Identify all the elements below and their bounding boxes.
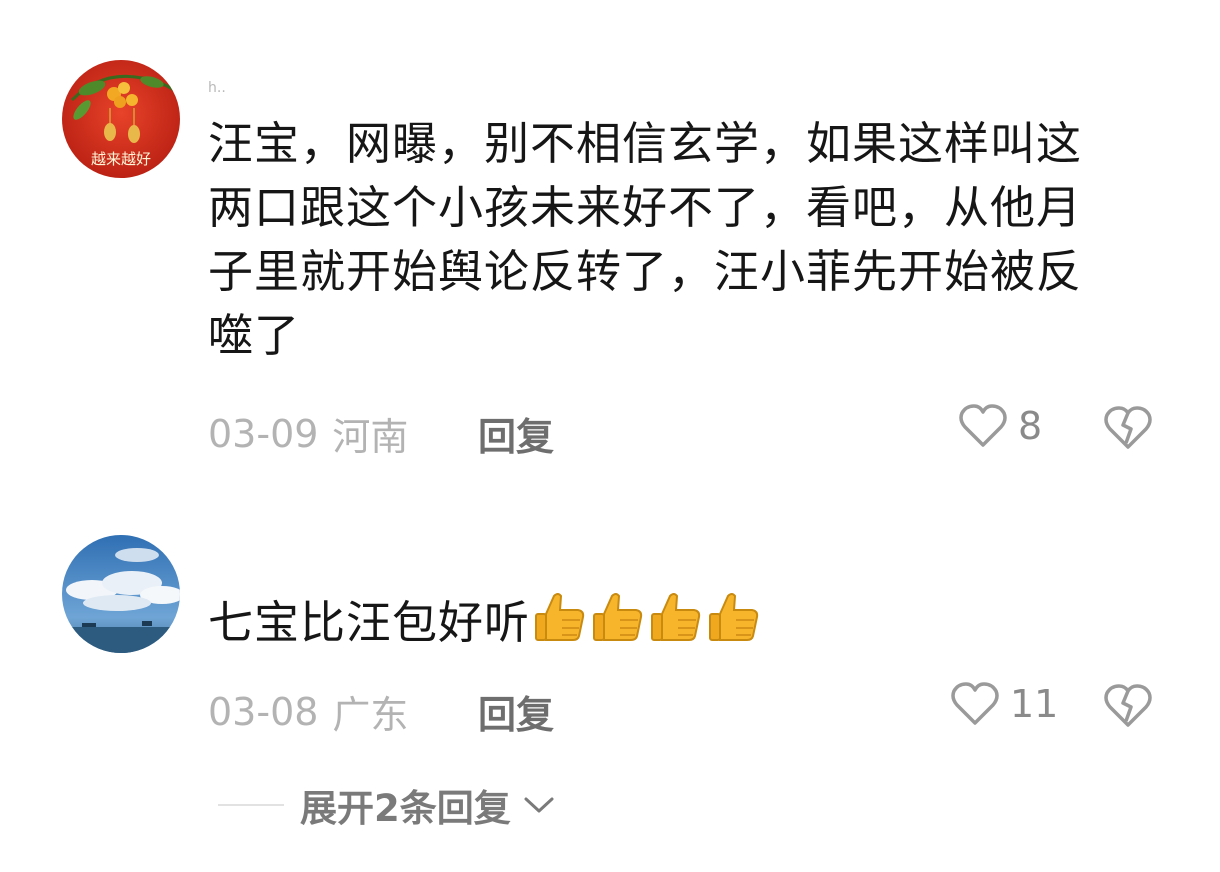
comment-text-line: 两口跟这个小孩未来好不了，看吧，从他月 xyxy=(208,181,1083,234)
comment-text-line: 七宝比汪包好听 xyxy=(208,596,531,649)
reply-button[interactable]: 回复 xyxy=(478,684,554,739)
like-button[interactable]: 11 xyxy=(950,681,1058,727)
comment-text: 七宝比汪包好听 xyxy=(208,590,1158,655)
comment-date: 03-08 xyxy=(208,689,319,734)
comment-meta: 03-09 河南 xyxy=(208,406,408,461)
broken-heart-icon[interactable] xyxy=(1102,405,1154,451)
expand-replies-label: 展开2条回复 xyxy=(300,787,511,830)
like-button[interactable]: 8 xyxy=(958,403,1042,449)
thumbs-up-emoji xyxy=(530,593,762,649)
heart-outline-icon xyxy=(951,682,999,725)
comment-text-line: 噬了 xyxy=(208,309,301,362)
heart-outline-icon xyxy=(959,404,1007,447)
svg-text:越来越好: 越来越好 xyxy=(91,150,151,168)
comment-text-line: 子里就开始舆论反转了，汪小菲先开始被反 xyxy=(208,245,1083,298)
divider xyxy=(218,804,284,806)
comment-text: 汪宝，网曝，别不相信玄学，如果这样叫这 两口跟这个小孩未来好不了，看吧，从他月 … xyxy=(208,112,1158,368)
comment-region: 河南 xyxy=(332,415,409,459)
like-count: 11 xyxy=(1010,682,1059,726)
comment-text-line: 汪宝，网曝，别不相信玄学，如果这样叫这 xyxy=(208,117,1083,170)
avatar[interactable]: 越来越好 xyxy=(62,60,180,178)
chevron-down-icon xyxy=(524,797,554,813)
comment-region: 广东 xyxy=(332,693,409,737)
reply-button[interactable]: 回复 xyxy=(478,406,554,461)
expand-replies-button[interactable]: 展开2条回复 xyxy=(218,778,555,832)
username[interactable]: h.. xyxy=(208,80,226,96)
comment-meta: 03-08 广东 xyxy=(208,684,408,739)
avatar[interactable] xyxy=(62,535,180,653)
broken-heart-icon[interactable] xyxy=(1102,683,1154,729)
like-count: 8 xyxy=(1018,404,1043,448)
comment-date: 03-09 xyxy=(208,411,319,456)
